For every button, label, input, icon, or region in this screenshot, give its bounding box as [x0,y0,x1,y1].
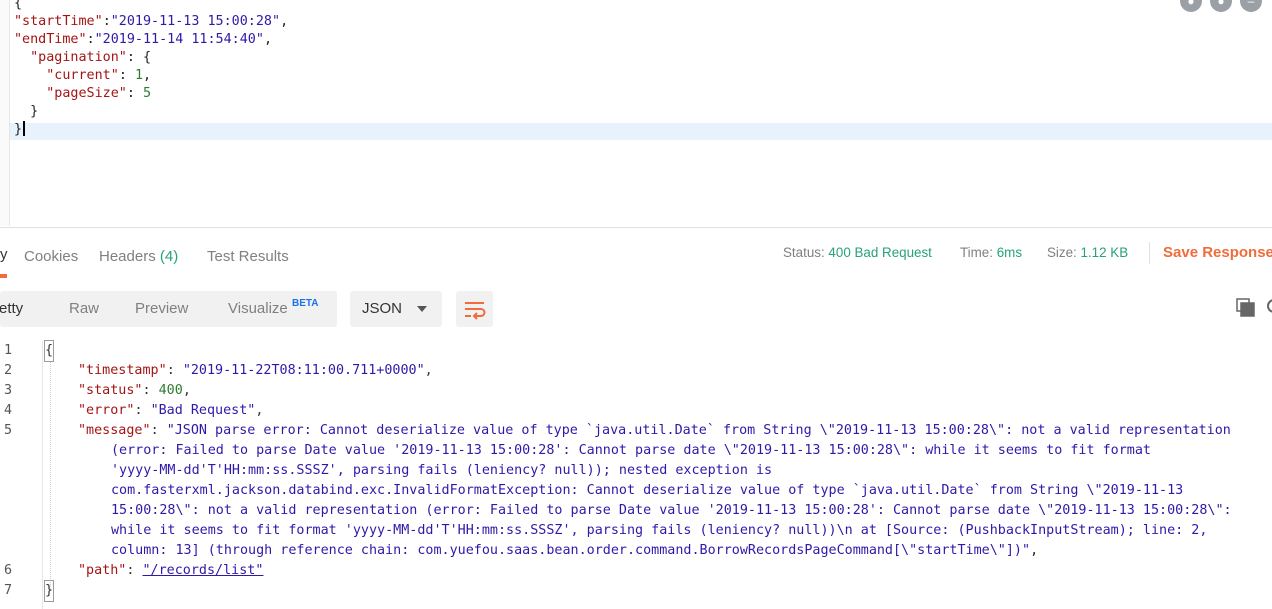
format-select-value: JSON [362,300,403,317]
line-number: 5 [4,423,13,438]
tab-body[interactable]: y [0,246,8,263]
req-line: "startTime":"2019-11-13 15:00:28", [14,14,289,29]
view-preview-button[interactable]: Preview [135,300,188,317]
req-line: "endTime":"2019-11-14 11:54:40", [14,32,272,47]
divider [1149,242,1150,264]
req-line: "pagination": { [30,50,152,65]
settings-icon[interactable]: ● [1210,0,1232,12]
json-line-message: "message": "JSON parse error: Cannot des… [78,423,1231,438]
request-body-editor[interactable]: { "startTime":"2019-11-13 15:00:28", "en… [0,0,1272,226]
size-value: 1.12 KB [1080,245,1129,260]
line-number: 2 [4,363,13,378]
wrap-lines-button[interactable] [456,291,493,327]
req-line: "current": 1, [46,68,152,83]
line-number: 7 [4,583,13,598]
req-line: } [30,104,39,119]
view-pretty-button[interactable]: retty [0,300,23,317]
req-line: "pageSize": 5 [46,86,152,101]
json-open-brace: { [43,340,55,362]
tab-cookies[interactable]: Cookies [24,248,78,265]
wrap-lines-icon [465,302,486,320]
view-visualize-button[interactable]: Visualize [228,300,288,317]
response-toolbar: retty Raw Preview Visualize BETA JSON [0,279,1272,341]
json-line-timestamp: "timestamp": "2019-11-22T08:11:00.711+00… [78,363,433,378]
indent-guide [50,361,52,591]
json-line-path: "path": "/records/list" [78,563,264,578]
active-tab-indicator [0,274,7,278]
status-indicator: Status: 400 Bad Request [783,245,932,260]
path-link[interactable]: "/records/list" [143,563,264,578]
size-indicator: Size: 1.12 KB [1047,245,1129,260]
view-mode-segmented-control: retty Raw Preview Visualize BETA [0,291,337,327]
beta-badge: BETA [292,298,319,309]
headers-count-badge: (4) [159,248,179,265]
response-tabs-bar: y Cookies Headers (4) Test Results Statu… [0,227,1272,280]
search-icon[interactable] [1264,298,1272,318]
req-line: { [14,0,23,11]
time-indicator: Time: 6ms [960,245,1023,260]
response-body-viewer[interactable]: 1 2 3 4 5 6 7 { "timestamp": "2019-11-22… [0,340,1272,609]
line-number: 6 [4,563,13,578]
window-controls: ● ● – [1180,0,1262,12]
req-line-active: } [14,121,288,138]
save-response-button[interactable]: Save Response [1163,244,1272,261]
tab-headers[interactable]: Headers (4) [99,248,178,265]
request-code-lines: { "startTime":"2019-11-13 15:00:28", "en… [14,0,288,138]
view-raw-button[interactable]: Raw [69,300,99,317]
chevron-down-icon [417,306,427,312]
tab-test-results[interactable]: Test Results [207,248,289,265]
line-number: 3 [4,383,13,398]
json-message-continuation: while it seems to fit format 'yyyy-MM-dd… [111,523,1208,538]
json-line-error: "error": "Bad Request", [78,403,264,418]
pin-icon[interactable]: ● [1180,0,1202,12]
line-number: 4 [4,403,13,418]
json-message-continuation: 'yyyy-MM-dd'T'HH:mm:ss.SSSZ', parsing fa… [111,463,773,478]
json-line-status: "status": 400, [78,383,191,398]
request-editor-gutter [0,0,10,226]
line-number: 1 [4,343,13,358]
time-value: 6ms [996,245,1023,260]
copy-icon[interactable] [1236,298,1256,318]
status-value: 400 Bad Request [828,245,932,260]
format-select[interactable]: JSON [350,291,442,327]
json-message-continuation: (error: Failed to parse Date value '2019… [111,443,1151,458]
text-caret [23,121,26,136]
json-message-continuation: com.fasterxml.jackson.databind.exc.Inval… [111,483,1184,498]
json-close-brace: } [43,580,55,602]
json-message-continuation: 15:00:28\": not a valid representation (… [111,503,1232,518]
minimize-icon[interactable]: – [1240,0,1262,12]
json-message-continuation: column: 13] (through reference chain: co… [111,543,1039,558]
